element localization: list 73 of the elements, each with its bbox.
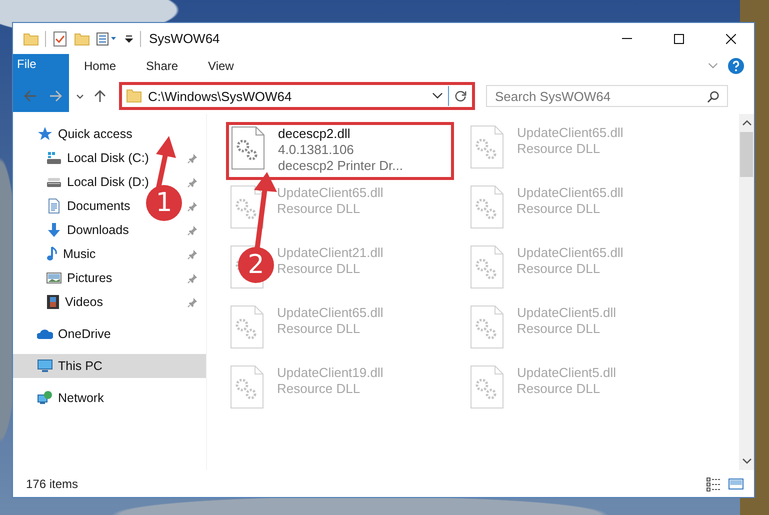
file-detail: Resource DLL [517, 381, 600, 397]
picture-icon [46, 272, 62, 284]
network-icon [37, 390, 53, 406]
film-icon [46, 294, 60, 310]
ribbon-tab[interactable]: Home [69, 54, 132, 78]
maximize-icon [674, 34, 684, 44]
monitor-icon [37, 359, 53, 373]
file-detail: Resource DLL [277, 201, 360, 217]
address-bar[interactable]: C:\Windows\SysWOW64 [119, 82, 475, 110]
file-detail: Resource DLL [277, 261, 360, 277]
nav-item[interactable]: Documents [46, 198, 130, 214]
properties-icon[interactable] [96, 30, 118, 46]
folder-icon[interactable] [23, 30, 39, 46]
nav-item[interactable]: Videos [46, 294, 103, 310]
scroll-thumb[interactable] [740, 132, 753, 177]
pin-icon[interactable] [187, 200, 198, 212]
expand-ribbon-icon[interactable] [708, 62, 718, 70]
item-count: 176 items [26, 476, 78, 490]
pin-icon[interactable] [187, 176, 198, 188]
file-detail: Resource DLL [517, 141, 600, 157]
pin-icon[interactable] [187, 152, 198, 164]
pin-icon[interactable] [187, 296, 198, 308]
ribbon-tab[interactable]: Share [131, 54, 194, 78]
scroll-down-icon[interactable] [742, 458, 752, 464]
nav-item[interactable]: Pictures [46, 271, 112, 285]
file-detail: Resource DLL [277, 321, 360, 337]
pin-icon[interactable] [187, 272, 198, 284]
music-note-icon [46, 246, 58, 262]
drive-icon [46, 176, 62, 188]
pin-icon[interactable] [187, 248, 198, 260]
nav-item[interactable]: Local Disk (D:) [46, 175, 149, 189]
nav-item[interactable]: Quick access [37, 126, 132, 142]
checklist-icon[interactable] [52, 30, 68, 46]
pin-icon[interactable] [187, 224, 198, 236]
nav-item[interactable]: Music [46, 246, 96, 262]
nav-item[interactable]: This PC [37, 359, 102, 373]
file-detail: Resource DLL [517, 321, 600, 337]
large-icons-view-icon[interactable] [728, 476, 744, 492]
folder-icon[interactable] [74, 30, 90, 46]
details-view-icon[interactable] [706, 476, 722, 492]
window-title: SysWOW64 [149, 31, 220, 46]
file-name[interactable]: decescp2.dll [278, 126, 350, 142]
file-detail: 4.0.1381.106 [278, 142, 354, 158]
cloud-icon [37, 328, 53, 340]
minimize-icon [622, 38, 632, 39]
file-detail: Resource DLL [277, 381, 360, 397]
up-button[interactable] [93, 89, 107, 103]
nav-item[interactable]: OneDrive [37, 327, 111, 341]
close-icon [726, 34, 736, 44]
folder-icon [126, 88, 142, 104]
nav-item[interactable]: Network [37, 390, 104, 406]
drive-icon [46, 151, 62, 165]
forward-button[interactable] [49, 89, 63, 103]
search-field[interactable]: Search SysWOW64 [486, 85, 728, 107]
file-tab[interactable]: File [13, 54, 69, 112]
back-button[interactable] [23, 89, 37, 103]
file-detail: Resource DLL [517, 261, 600, 277]
refresh-icon[interactable] [454, 90, 467, 102]
file-detail: Resource DLL [517, 201, 600, 217]
dropdown-icon[interactable] [432, 92, 443, 100]
scroll-up-icon[interactable] [742, 120, 752, 126]
help-icon[interactable] [728, 58, 744, 74]
scrollbar[interactable] [739, 114, 754, 470]
gear-file-icon[interactable] [231, 126, 265, 170]
file-detail: decescp2 Printer Dr... [278, 158, 403, 174]
down-arrow-icon [46, 222, 62, 238]
star-icon [37, 126, 53, 142]
nav-item[interactable]: Local Disk (C:) [46, 151, 149, 165]
ribbon-tab[interactable]: View [193, 54, 249, 78]
address-path: C:\Windows\SysWOW64 [148, 88, 293, 104]
document-icon [46, 198, 62, 214]
search-icon[interactable] [707, 90, 720, 103]
nav-item[interactable]: Downloads [46, 222, 129, 238]
